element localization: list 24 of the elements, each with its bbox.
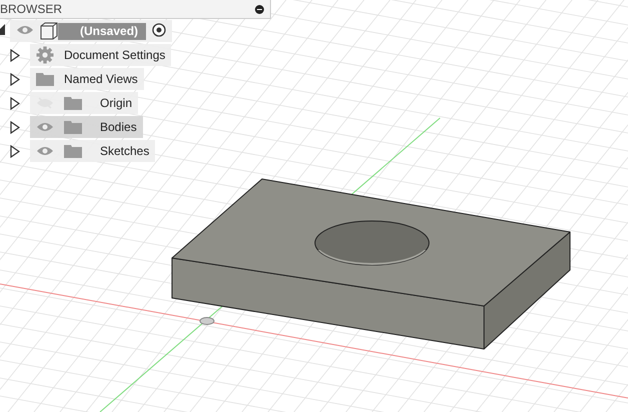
expand-arrow-icon[interactable] [10,144,20,158]
browser-item[interactable]: Sketches [30,140,156,162]
item-label: Sketches [100,144,150,158]
folder-icon [36,72,54,86]
browser-item[interactable]: Named Views [30,68,144,90]
folder-icon [64,120,82,134]
expand-arrow-icon[interactable] [10,120,20,134]
panel-title: BROWSER [0,2,62,16]
origin-marker-icon [200,317,214,325]
expand-arrow-icon[interactable] [10,48,20,62]
item-label: Document Settings [64,48,166,62]
folder-icon [64,144,82,158]
browser-item[interactable]: Document Settings [30,44,172,66]
item-label: Origin [100,96,132,110]
expand-arrow-icon[interactable] [10,96,20,110]
browser-item[interactable]: Origin [30,92,138,114]
browser-item[interactable]: Bodies [30,116,143,138]
minimize-icon[interactable] [255,4,264,14]
active-radio-icon[interactable] [152,22,166,36]
folder-icon [64,96,82,110]
item-label: Named Views [64,72,138,86]
gear-icon [36,46,54,64]
expand-arrow-icon[interactable] [10,72,20,86]
item-label: Bodies [100,120,137,134]
